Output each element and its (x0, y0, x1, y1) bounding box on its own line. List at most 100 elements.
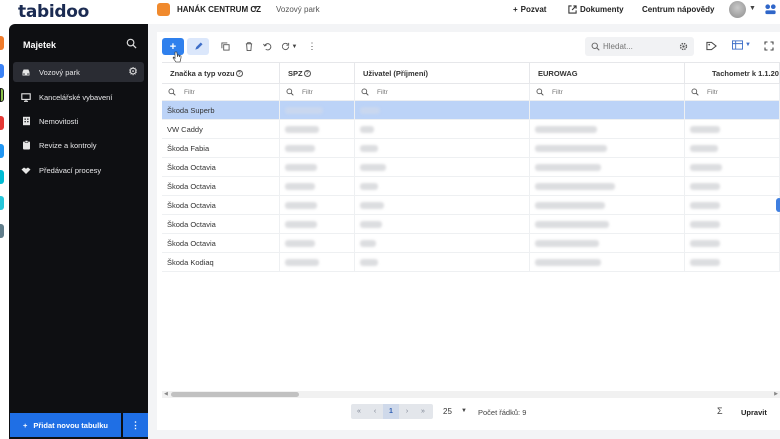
chevron-down-icon[interactable]: ▼ (252, 5, 259, 12)
scrollbar-thumb[interactable] (171, 392, 299, 397)
filter-input[interactable] (184, 88, 224, 96)
first-page-icon[interactable]: « (351, 404, 367, 419)
spz-cell[interactable] (280, 139, 355, 157)
gear-icon[interactable] (679, 42, 688, 51)
tachometer-cell[interactable] (685, 177, 780, 195)
avatar[interactable] (729, 1, 746, 18)
filter-cell[interactable] (162, 84, 280, 100)
filter-cell[interactable] (685, 84, 780, 100)
eurowag-cell[interactable] (530, 215, 685, 233)
spz-cell[interactable] (280, 101, 355, 119)
sidebar-item-nemovitosti[interactable]: Nemovitosti (13, 111, 144, 131)
column-header[interactable]: EUROWAG (530, 63, 685, 84)
side-panel-handle[interactable] (776, 198, 780, 212)
table-row[interactable]: Škoda Kodiaq (162, 253, 780, 272)
tachometer-cell[interactable] (685, 158, 780, 176)
app-marker[interactable] (0, 36, 4, 50)
refresh-button[interactable]: ▼ (275, 38, 303, 55)
user-cell[interactable] (355, 158, 530, 176)
spz-cell[interactable] (280, 177, 355, 195)
spz-cell[interactable] (280, 120, 355, 138)
apps-icon[interactable] (764, 3, 777, 16)
app-marker[interactable] (0, 144, 4, 158)
tabidoo-logo[interactable]: tabidoo (18, 2, 89, 22)
column-header[interactable]: SPZ? (280, 63, 355, 84)
filter-input[interactable] (707, 88, 747, 96)
user-cell[interactable] (355, 139, 530, 157)
table-row[interactable]: VW Caddy (162, 120, 780, 139)
tachometer-cell[interactable] (685, 120, 780, 138)
filter-cell[interactable] (280, 84, 355, 100)
filter-input[interactable] (552, 88, 592, 96)
user-cell[interactable] (355, 101, 530, 119)
sidebar-item-vozovy-park[interactable]: Vozový park ⚙ (13, 62, 144, 82)
eurowag-cell[interactable] (530, 177, 685, 195)
eurowag-cell[interactable] (530, 120, 685, 138)
fullscreen-icon[interactable] (764, 41, 774, 51)
car-cell[interactable]: Škoda Superb (162, 101, 280, 119)
scroll-left-icon[interactable]: ◀ (164, 391, 168, 398)
chevron-down-icon[interactable]: ▼ (461, 408, 467, 414)
last-page-icon[interactable]: » (415, 404, 431, 419)
help-center-button[interactable]: Centrum nápovědy (642, 5, 714, 14)
tachometer-cell[interactable] (685, 101, 780, 119)
search-box[interactable] (585, 37, 694, 56)
sidebar-item-predavaci-procesy[interactable]: Předávací procesy (13, 160, 144, 180)
column-header[interactable]: Uživatel (Příjmení) (355, 63, 530, 84)
invite-button[interactable]: + Pozvat (513, 5, 546, 14)
sidebar-item-kancelarske-vybaveni[interactable]: Kancelářské vybavení (13, 87, 144, 107)
edit-columns-button[interactable]: Upravit (741, 408, 767, 417)
car-cell[interactable]: Škoda Octavia (162, 177, 280, 195)
tachometer-cell[interactable] (685, 196, 780, 214)
chevron-down-icon[interactable]: ▼ (749, 5, 756, 12)
eurowag-cell[interactable] (530, 234, 685, 252)
eurowag-cell[interactable] (530, 139, 685, 157)
scroll-right-icon[interactable]: ▶ (774, 391, 778, 398)
table-row[interactable]: Škoda Octavia (162, 177, 780, 196)
app-marker[interactable] (0, 116, 4, 130)
workspace-name[interactable]: HANÁK CENTRUM CZ (177, 5, 261, 14)
filter-input[interactable] (302, 88, 342, 96)
documents-button[interactable]: Dokumenty (568, 5, 624, 14)
horizontal-scrollbar[interactable]: ◀ ▶ (162, 391, 780, 398)
filter-input[interactable] (377, 88, 417, 96)
filter-cell[interactable] (530, 84, 685, 100)
column-header[interactable]: Tachometr k 1.1.2023 (685, 63, 780, 84)
previous-page-icon[interactable]: ‹ (367, 404, 383, 419)
copy-button[interactable] (214, 38, 236, 55)
spz-cell[interactable] (280, 253, 355, 271)
spz-cell[interactable] (280, 196, 355, 214)
spz-cell[interactable] (280, 215, 355, 233)
search-input[interactable] (603, 42, 673, 51)
table-row[interactable]: Škoda Octavia (162, 215, 780, 234)
tachometer-cell[interactable] (685, 139, 780, 157)
car-cell[interactable]: Škoda Octavia (162, 158, 280, 176)
car-cell[interactable]: Škoda Octavia (162, 234, 280, 252)
user-cell[interactable] (355, 120, 530, 138)
car-cell[interactable]: Škoda Octavia (162, 215, 280, 233)
sum-icon[interactable]: Σ (717, 406, 723, 416)
user-cell[interactable] (355, 177, 530, 195)
table-row[interactable]: Škoda Fabia (162, 139, 780, 158)
filter-cell[interactable] (355, 84, 530, 100)
more-actions-icon[interactable]: ⋮ (305, 38, 319, 55)
view-switch-button[interactable]: ▼ (732, 40, 751, 50)
tachometer-cell[interactable] (685, 234, 780, 252)
eurowag-cell[interactable] (530, 101, 685, 119)
app-marker[interactable] (0, 88, 4, 102)
eurowag-cell[interactable] (530, 253, 685, 271)
car-cell[interactable]: Škoda Octavia (162, 196, 280, 214)
add-new-table-button[interactable]: + Přidat novou tabulku (10, 413, 121, 437)
eurowag-cell[interactable] (530, 196, 685, 214)
table-row[interactable]: Škoda Octavia (162, 158, 780, 177)
app-marker[interactable] (0, 64, 4, 78)
spz-cell[interactable] (280, 234, 355, 252)
spz-cell[interactable] (280, 158, 355, 176)
car-cell[interactable]: Škoda Fabia (162, 139, 280, 157)
tag-icon[interactable] (706, 41, 717, 51)
table-row[interactable]: Škoda Superb (162, 101, 780, 120)
app-marker[interactable] (0, 196, 4, 210)
app-marker[interactable] (0, 170, 4, 184)
user-cell[interactable] (355, 215, 530, 233)
edit-button[interactable] (187, 38, 209, 55)
